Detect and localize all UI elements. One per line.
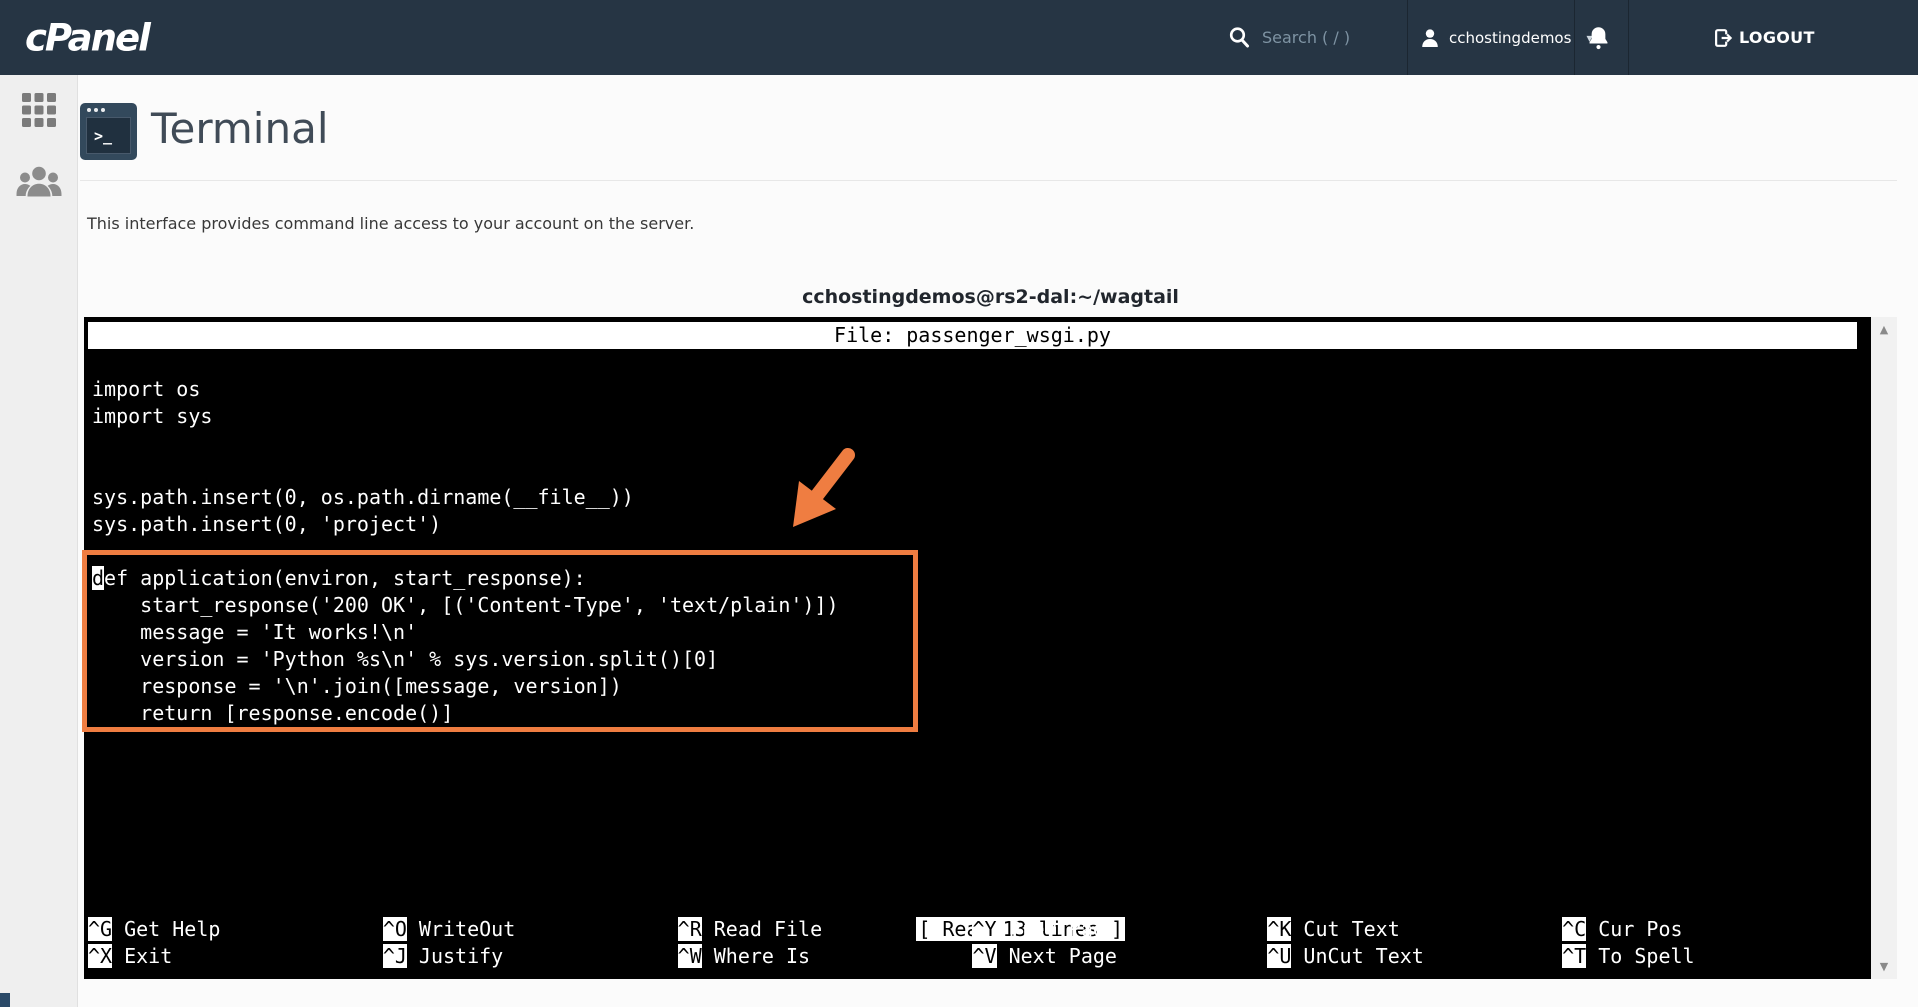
notifications-button[interactable] xyxy=(1586,0,1611,75)
nano-shortcut-ctrl-C: ^C Cur Pos xyxy=(1562,916,1857,943)
shortcut-key: ^C xyxy=(1562,917,1586,941)
terminal-page-icon: >_ xyxy=(80,103,137,160)
nano-status-row: [ Read 13 lines ] xyxy=(88,889,1857,916)
terminal-line: sys.path.insert(0, 'project') xyxy=(92,511,1871,538)
highlight-box-annotation xyxy=(82,550,918,732)
scroll-down-icon[interactable]: ▼ xyxy=(1871,960,1897,973)
shortcut-key: ^J xyxy=(383,944,407,968)
top-navbar: cPanel cchostingdemos ▾ LOGOUT xyxy=(0,0,1918,75)
shortcut-label: To Spell xyxy=(1598,944,1694,968)
terminal-line xyxy=(92,430,1871,457)
apps-grid-icon xyxy=(22,93,56,127)
nano-shortcut-ctrl-T: ^T To Spell xyxy=(1562,943,1857,970)
nano-shortcut-ctrl-U: ^U UnCut Text xyxy=(1267,943,1562,970)
shortcut-key: ^T xyxy=(1562,944,1586,968)
terminal-line xyxy=(92,349,1871,376)
user-menu[interactable]: cchostingdemos ▾ xyxy=(1420,0,1592,75)
heading-divider xyxy=(80,180,1897,181)
navbar-divider xyxy=(1628,0,1629,75)
nano-shortcut-ctrl-O: ^O WriteOut xyxy=(383,916,678,943)
nano-file-label: File: passenger_wsgi.py xyxy=(834,322,1111,349)
shortcut-key: ^K xyxy=(1267,917,1291,941)
nano-shortcut-ctrl-R: ^R Read File xyxy=(678,916,973,943)
window-dots-icon xyxy=(87,108,105,112)
page-title: Terminal xyxy=(151,104,329,153)
logout-button[interactable]: LOGOUT xyxy=(1712,0,1815,75)
shortcut-label: Next Page xyxy=(1009,944,1117,968)
shortcut-key: ^G xyxy=(88,917,112,941)
navbar-divider xyxy=(1407,0,1408,75)
sidebar-item-apps[interactable] xyxy=(0,93,78,127)
shortcut-label: Where Is xyxy=(714,944,810,968)
nano-version-label: GNU nano 2.3.1 xyxy=(160,350,353,374)
terminal-line: sys.path.insert(0, os.path.dirname(__fil… xyxy=(92,484,1871,511)
nano-shortcut-ctrl-W: ^W Where Is xyxy=(678,943,973,970)
page-description: This interface provides command line acc… xyxy=(87,214,694,233)
search-input[interactable] xyxy=(1262,22,1402,52)
navbar-divider xyxy=(1574,0,1575,75)
terminal-line: import os xyxy=(92,376,1871,403)
nano-footer: [ Read 13 lines ] ^G Get Help ^O WriteOut ^R… xyxy=(88,889,1857,970)
nano-shortcuts-row-2: ^X Exit ^J Justify ^W Where Is ^V Next Page ^U Un… xyxy=(88,943,1857,970)
shortcut-label: Cut Text xyxy=(1303,917,1399,941)
logout-label: LOGOUT xyxy=(1739,28,1815,47)
shortcut-key: ^X xyxy=(88,944,112,968)
shortcut-key: ^R xyxy=(678,917,702,941)
bottom-left-accent xyxy=(0,993,10,1007)
terminal-window[interactable]: GNU nano 2.3.1 File: passenger_wsgi.py i… xyxy=(84,317,1871,979)
terminal-prompt-icon: >_ xyxy=(86,117,131,154)
search-icon xyxy=(1228,24,1250,55)
shortcut-key: ^Y xyxy=(972,917,996,941)
sidebar-item-user-manager[interactable] xyxy=(0,163,78,203)
nano-shortcut-ctrl-X: ^X Exit xyxy=(88,943,383,970)
bell-icon xyxy=(1586,25,1611,51)
shortcut-label: Justify xyxy=(419,944,503,968)
nano-shortcut-ctrl-G: ^G Get Help xyxy=(88,916,383,943)
cpanel-logo[interactable]: cPanel xyxy=(25,16,149,59)
shortcut-label: Get Help xyxy=(124,917,220,941)
shortcut-key: ^U xyxy=(1267,944,1291,968)
shortcut-key: ^O xyxy=(383,917,407,941)
shortcut-label: WriteOut xyxy=(419,917,515,941)
shortcut-label: Read File xyxy=(714,917,822,941)
shortcut-label: Cur Pos xyxy=(1598,917,1682,941)
user-icon xyxy=(1420,28,1440,48)
terminal-scrollbar[interactable]: ▲ ▼ xyxy=(1871,317,1897,979)
nano-shortcut-ctrl-V: ^V Next Page xyxy=(972,943,1267,970)
shortcut-label: UnCut Text xyxy=(1303,944,1423,968)
shortcut-label: Exit xyxy=(124,944,172,968)
shortcut-key: ^V xyxy=(972,944,996,968)
left-sidebar xyxy=(0,75,78,1007)
username-label: cchostingdemos xyxy=(1449,29,1571,47)
terminal-line: import sys xyxy=(92,403,1871,430)
nano-title-bar: GNU nano 2.3.1 File: passenger_wsgi.py xyxy=(88,322,1857,349)
user-group-icon xyxy=(16,163,62,203)
logout-icon xyxy=(1712,27,1734,49)
scroll-up-icon[interactable]: ▲ xyxy=(1871,323,1897,336)
shortcut-label: Prev Page xyxy=(1009,917,1117,941)
terminal-window-title: cchostingdemos@rs2-dal:~/wagtail xyxy=(84,286,1897,308)
nano-shortcut-ctrl-J: ^J Justify xyxy=(383,943,678,970)
terminal-line xyxy=(92,457,1871,484)
shortcut-key: ^W xyxy=(678,944,702,968)
nano-shortcut-ctrl-Y: ^Y Prev Page xyxy=(972,916,1267,943)
nano-shortcuts-row-1: ^G Get Help ^O WriteOut ^R Read File ^Y Prev Pa… xyxy=(88,916,1857,943)
nano-shortcut-ctrl-K: ^K Cut Text xyxy=(1267,916,1562,943)
